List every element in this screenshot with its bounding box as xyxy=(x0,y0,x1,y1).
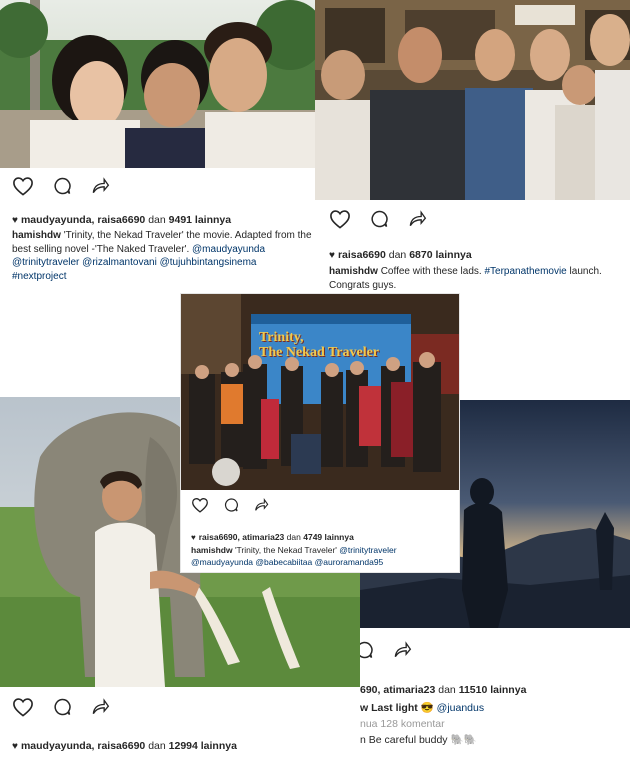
post-2-likes-mid: dan xyxy=(388,249,407,261)
post-1-likes: ♥ maudyayunda, raisa6690 dan 9491 lainnya xyxy=(12,214,231,226)
post-1-hashtag[interactable]: #nextproject xyxy=(12,271,66,282)
post-2-username[interactable]: hamishdw xyxy=(329,266,378,277)
comment-icon[interactable] xyxy=(360,640,374,660)
post-5-comment: n Be careful buddy xyxy=(360,734,448,746)
post-3-likes: ♥ raisa6690, atimaria23 dan 4749 lainnya xyxy=(191,532,354,542)
post-3-photo[interactable]: Trinity, The Nekad Traveler xyxy=(181,294,459,490)
post-1-photo[interactable] xyxy=(0,0,315,168)
post-3-banner-title: Trinity, The Nekad Traveler xyxy=(259,330,409,360)
post-3-mention[interactable]: @maudyayunda xyxy=(191,557,253,567)
heart-filled-icon: ♥ xyxy=(12,215,18,226)
post-3-likes-mid: dan xyxy=(286,532,301,542)
post-3-mention[interactable]: @auroramanda95 xyxy=(315,557,384,567)
post-5-comment-emoji: 🐘🐘 xyxy=(450,734,477,746)
comment-icon[interactable] xyxy=(369,209,389,229)
post-2-hashtag[interactable]: #Terpanathemovie xyxy=(484,266,566,277)
post-1-mention[interactable]: @tujuhbintangsinema xyxy=(160,257,257,268)
post-5-actions xyxy=(360,640,412,660)
share-icon[interactable] xyxy=(90,176,110,196)
post-2-photo[interactable] xyxy=(315,0,630,200)
post-2-caption-line2: Congrats guys. xyxy=(329,279,397,291)
post-5-caption-text: w Last light xyxy=(360,702,418,714)
heart-outline-icon[interactable] xyxy=(329,209,351,229)
post-2-caption-tail: launch. xyxy=(569,266,602,277)
post-card-3: Trinity, The Nekad Traveler ♥ raisa6690, … xyxy=(181,294,459,572)
post-1-likes-mid: dan xyxy=(148,214,166,226)
post-3-mention[interactable]: @trinitytraveler xyxy=(339,545,396,555)
comment-icon[interactable] xyxy=(52,697,72,717)
post-card-1: ♥ maudyayunda, raisa6690 dan 9491 lainnya… xyxy=(0,0,315,300)
post-2-likes-count[interactable]: 6870 lainnya xyxy=(409,249,471,261)
post-1-image xyxy=(0,0,315,168)
post-3-image xyxy=(181,294,459,490)
post-2-likers[interactable]: raisa6690 xyxy=(338,249,386,261)
post-1-username[interactable]: hamishdw xyxy=(12,230,61,241)
post-3-username[interactable]: hamishdw xyxy=(191,545,233,555)
post-3-likers[interactable]: raisa6690, atimaria23 xyxy=(199,532,285,542)
share-icon[interactable] xyxy=(407,209,427,229)
post-1-likes-count[interactable]: 9491 lainnya xyxy=(169,214,231,226)
heart-filled-icon: ♥ xyxy=(329,250,335,261)
post-4-likes-count[interactable]: 12994 lainnya xyxy=(169,740,237,752)
post-3-banner-line2: The Nekad Traveler xyxy=(259,345,380,360)
post-5-mention[interactable]: @juandus xyxy=(437,702,484,714)
post-4-actions xyxy=(12,697,110,717)
post-3-banner-line1: Trinity, xyxy=(259,330,304,345)
post-1-mention[interactable]: @trinitytraveler xyxy=(12,257,79,268)
share-icon[interactable] xyxy=(253,497,269,513)
post-1-mention[interactable]: @maudyayunda xyxy=(192,244,265,255)
post-2-caption: hamishdw Coffee with these lads. #Terpan… xyxy=(329,265,629,292)
post-3-likes-count[interactable]: 4749 lainnya xyxy=(303,532,354,542)
post-1-actions xyxy=(12,176,110,196)
post-5-likes-count[interactable]: 11510 lainnya xyxy=(459,684,527,696)
heart-filled-icon: ♥ xyxy=(12,741,18,752)
post-4-likes: ♥ maudyayunda, raisa6690 dan 12994 lainny… xyxy=(12,740,237,752)
post-2-caption-text: Coffee with these lads. xyxy=(380,266,482,277)
post-3-mention[interactable]: @babecabiitaa xyxy=(255,557,312,567)
post-5-caption: w Last light 😎 @juandus nua 128 komentar… xyxy=(360,700,630,748)
post-5-likes: 690, atimaria23 dan 11510 lainnya xyxy=(360,684,526,696)
post-2-actions xyxy=(329,209,427,229)
post-4-likes-mid: dan xyxy=(148,740,166,752)
post-1-mention[interactable]: @rizalmantovani xyxy=(82,257,157,268)
post-card-2: ♥ raisa6690 dan 6870 lainnya hamishdw Cof… xyxy=(315,0,630,300)
post-1-likers[interactable]: maudyayunda, raisa6690 xyxy=(21,214,145,226)
post-2-image xyxy=(315,0,630,200)
post-4-likers[interactable]: maudyayunda, raisa6690 xyxy=(21,740,145,752)
share-icon[interactable] xyxy=(90,697,110,717)
post-5-comments-link[interactable]: nua 128 komentar xyxy=(360,718,445,730)
post-1-caption: hamishdw 'Trinity, the Nekad Traveler' t… xyxy=(12,229,312,283)
heart-outline-icon[interactable] xyxy=(12,697,34,717)
share-icon[interactable] xyxy=(392,640,412,660)
post-2-likes: ♥ raisa6690 dan 6870 lainnya xyxy=(329,249,472,261)
post-3-actions xyxy=(191,497,269,513)
mention-emoji-icon: 😎 xyxy=(420,702,434,714)
comment-icon[interactable] xyxy=(223,497,239,513)
post-3-caption-text: 'Trinity, the Nekad Traveler' xyxy=(234,545,337,555)
heart-filled-icon: ♥ xyxy=(191,533,196,542)
comment-icon[interactable] xyxy=(52,176,72,196)
post-5-likes-mid: dan xyxy=(438,684,456,696)
heart-outline-icon[interactable] xyxy=(12,176,34,196)
post-5-likers[interactable]: 690, atimaria23 xyxy=(360,684,435,696)
post-3-caption: hamishdw 'Trinity, the Nekad Traveler' @… xyxy=(191,545,456,568)
heart-outline-icon[interactable] xyxy=(191,497,209,513)
